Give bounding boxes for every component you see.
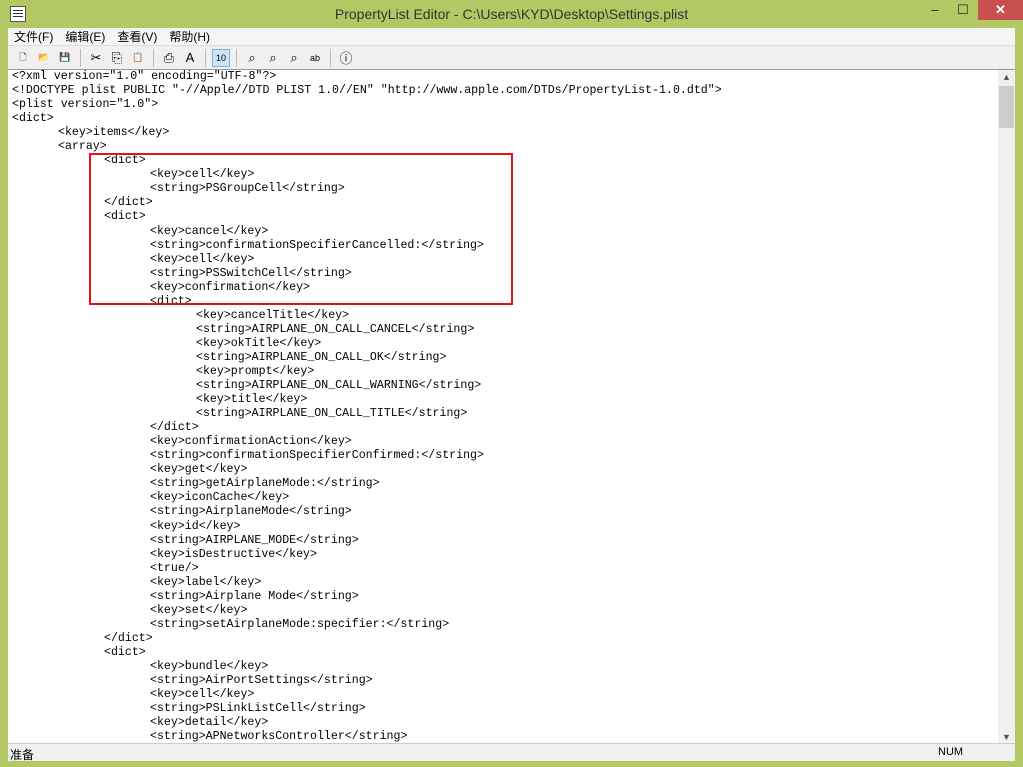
toolbar-separator — [153, 48, 154, 67]
minimize-button[interactable]: ‒ — [922, 0, 948, 20]
menu-bar: 文件(F) 编辑(E) 查看(V) 帮助(H) — [8, 28, 1015, 45]
copy-icon[interactable]: ⎘ — [108, 49, 126, 67]
toolbar-separator — [236, 48, 237, 67]
menu-help[interactable]: 帮助(H) — [169, 28, 210, 45]
find-icon[interactable]: ⌕ — [243, 49, 261, 67]
save-icon[interactable]: 💾 — [56, 49, 74, 67]
window-title: PropertyList Editor - C:\Users\KYD\Deskt… — [334, 6, 689, 22]
scroll-up-icon[interactable]: ▲ — [998, 72, 1015, 82]
vertical-scrollbar[interactable]: ▲ ▼ — [998, 70, 1015, 743]
toolbar-separator — [330, 48, 331, 67]
open-icon[interactable]: 📂 — [35, 49, 53, 67]
toolbar: 🗋 📂 💾 ✂ ⎘ 📋 ⎙ A 10 ⌕ ⌕ ⌕ ab ⓘ — [8, 45, 1015, 69]
close-button[interactable]: ✕ — [978, 0, 1023, 20]
find-next-icon[interactable]: ⌕ — [285, 49, 303, 67]
cut-icon[interactable]: ✂ — [87, 49, 105, 67]
num-lock-indicator: NUM — [938, 746, 964, 758]
menu-file[interactable]: 文件(F) — [14, 28, 53, 45]
replace-icon[interactable]: ab — [306, 49, 324, 67]
scrollbar-thumb[interactable] — [999, 86, 1014, 128]
toolbar-separator — [205, 48, 206, 67]
toolbar-separator — [80, 48, 81, 67]
about-icon[interactable]: ⓘ — [337, 49, 355, 67]
paste-icon[interactable]: 📋 — [129, 49, 147, 67]
highlight-box — [89, 153, 513, 305]
find-previous-icon[interactable]: ⌕ — [264, 49, 282, 67]
export-icon[interactable]: A — [181, 49, 199, 67]
maximize-button[interactable]: ☐ — [950, 0, 976, 20]
binary-view-icon[interactable]: 10 — [212, 48, 230, 67]
title-bar: PropertyList Editor - C:\Users\KYD\Deskt… — [0, 0, 1023, 28]
status-text: 准备 — [10, 748, 35, 762]
menu-edit[interactable]: 编辑(E) — [65, 28, 105, 45]
status-bar: 准备 NUM — [8, 743, 1015, 762]
new-icon[interactable]: 🗋 — [14, 49, 32, 67]
print-icon[interactable]: ⎙ — [160, 49, 178, 67]
scroll-down-icon[interactable]: ▼ — [998, 732, 1015, 742]
menu-view[interactable]: 查看(V) — [117, 28, 157, 45]
